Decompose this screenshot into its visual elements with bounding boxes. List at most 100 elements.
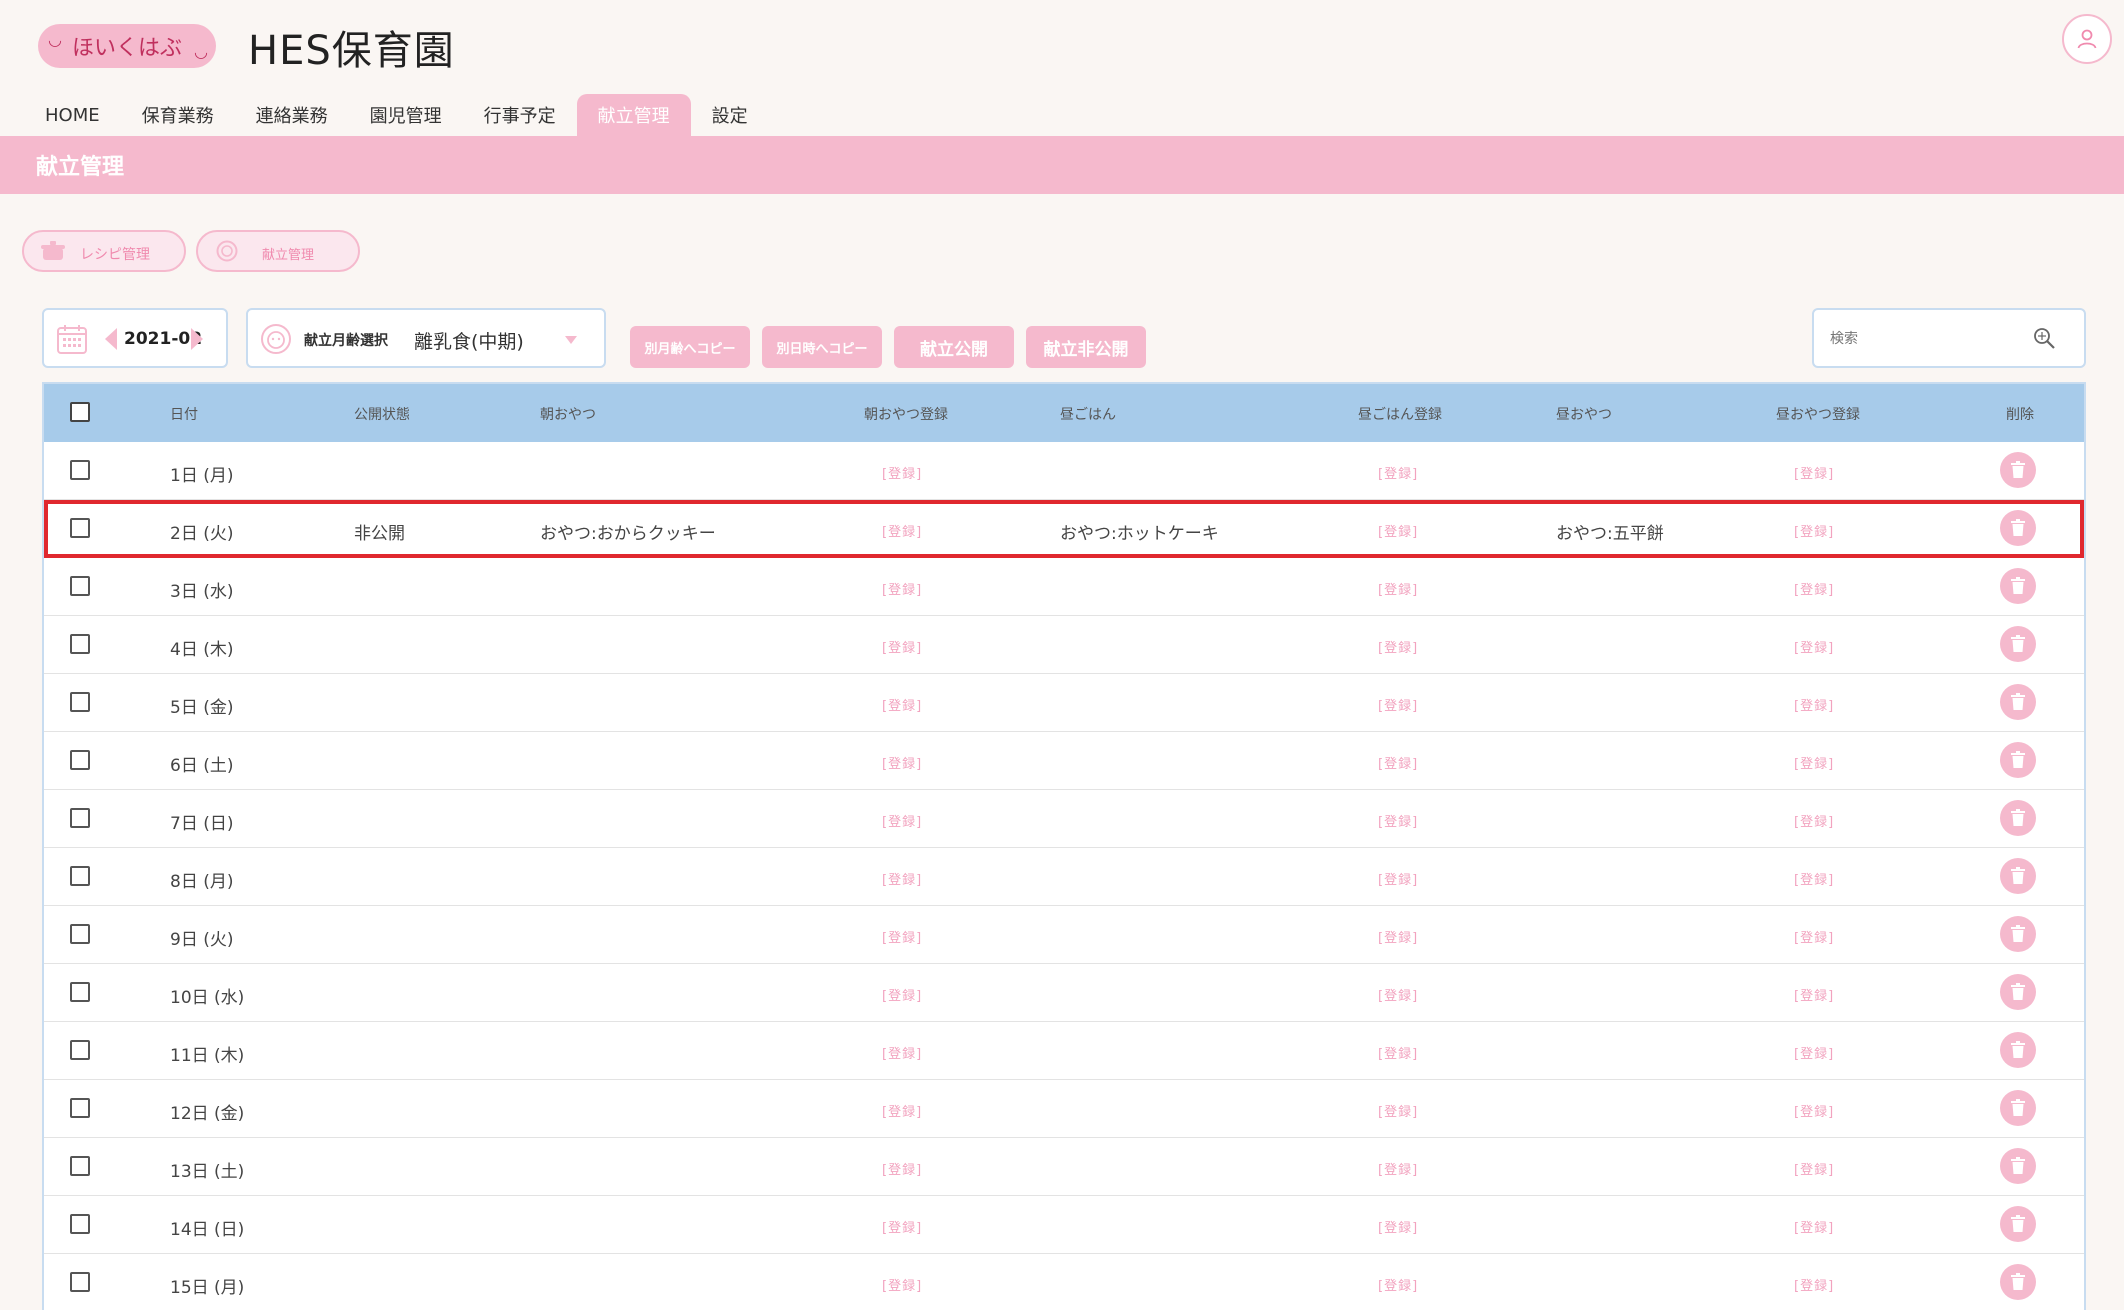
- register-lunch-link[interactable]: [登録]: [1378, 637, 1418, 656]
- app-logo[interactable]: ◡ ほいくはぶ ◡: [38, 24, 216, 68]
- register-morning-snack-link[interactable]: [登録]: [882, 1043, 922, 1062]
- delete-row-button[interactable]: [2000, 1148, 2036, 1184]
- table-row[interactable]: 10日 (水) [登録] [登録] [登録]: [44, 964, 2084, 1022]
- table-row[interactable]: 5日 (金) [登録] [登録] [登録]: [44, 674, 2084, 732]
- delete-row-button[interactable]: [2000, 684, 2036, 720]
- row-checkbox[interactable]: [70, 518, 90, 538]
- tab-childcare-work[interactable]: 保育業務: [121, 94, 235, 136]
- register-lunch-link[interactable]: [登録]: [1378, 811, 1418, 830]
- register-morning-snack-link[interactable]: [登録]: [882, 753, 922, 772]
- delete-row-button[interactable]: [2000, 1032, 2036, 1068]
- age-select[interactable]: 献立月齢選択 離乳食(中期): [246, 308, 606, 368]
- register-lunch-link[interactable]: [登録]: [1378, 869, 1418, 888]
- row-checkbox[interactable]: [70, 576, 90, 596]
- register-afternoon-snack-link[interactable]: [登録]: [1794, 1275, 1834, 1294]
- table-row[interactable]: 15日 (月) [登録] [登録] [登録]: [44, 1254, 2084, 1310]
- register-morning-snack-link[interactable]: [登録]: [882, 1275, 922, 1294]
- row-checkbox[interactable]: [70, 982, 90, 1002]
- prev-month-icon[interactable]: [104, 328, 118, 350]
- delete-row-button[interactable]: [2000, 568, 2036, 604]
- row-checkbox[interactable]: [70, 750, 90, 770]
- register-lunch-link[interactable]: [登録]: [1378, 1217, 1418, 1236]
- table-row[interactable]: 6日 (土) [登録] [登録] [登録]: [44, 732, 2084, 790]
- register-afternoon-snack-link[interactable]: [登録]: [1794, 637, 1834, 656]
- register-lunch-link[interactable]: [登録]: [1378, 1275, 1418, 1294]
- row-checkbox[interactable]: [70, 1098, 90, 1118]
- delete-row-button[interactable]: [2000, 1206, 2036, 1242]
- register-morning-snack-link[interactable]: [登録]: [882, 695, 922, 714]
- delete-row-button[interactable]: [2000, 800, 2036, 836]
- register-afternoon-snack-link[interactable]: [登録]: [1794, 1101, 1834, 1120]
- register-morning-snack-link[interactable]: [登録]: [882, 637, 922, 656]
- row-checkbox[interactable]: [70, 808, 90, 828]
- table-row[interactable]: 7日 (日) [登録] [登録] [登録]: [44, 790, 2084, 848]
- register-morning-snack-link[interactable]: [登録]: [882, 927, 922, 946]
- register-lunch-link[interactable]: [登録]: [1378, 1101, 1418, 1120]
- delete-row-button[interactable]: [2000, 1090, 2036, 1126]
- register-afternoon-snack-link[interactable]: [登録]: [1794, 579, 1834, 598]
- table-row[interactable]: 1日 (月) [登録] [登録] [登録]: [44, 442, 2084, 500]
- register-lunch-link[interactable]: [登録]: [1378, 1043, 1418, 1062]
- row-checkbox[interactable]: [70, 1040, 90, 1060]
- table-row[interactable]: 11日 (木) [登録] [登録] [登録]: [44, 1022, 2084, 1080]
- publish-menu-button[interactable]: 献立公開: [894, 326, 1014, 368]
- row-checkbox[interactable]: [70, 866, 90, 886]
- delete-row-button[interactable]: [2000, 510, 2036, 546]
- delete-row-button[interactable]: [2000, 626, 2036, 662]
- delete-row-button[interactable]: [2000, 858, 2036, 894]
- register-morning-snack-link[interactable]: [登録]: [882, 1101, 922, 1120]
- search-icon[interactable]: [2032, 326, 2056, 350]
- row-checkbox[interactable]: [70, 1272, 90, 1292]
- register-afternoon-snack-link[interactable]: [登録]: [1794, 753, 1834, 772]
- register-morning-snack-link[interactable]: [登録]: [882, 811, 922, 830]
- calendar-icon[interactable]: [56, 323, 88, 355]
- register-afternoon-snack-link[interactable]: [登録]: [1794, 927, 1834, 946]
- table-row[interactable]: 12日 (金) [登録] [登録] [登録]: [44, 1080, 2084, 1138]
- table-row[interactable]: 4日 (木) [登録] [登録] [登録]: [44, 616, 2084, 674]
- delete-row-button[interactable]: [2000, 452, 2036, 488]
- register-morning-snack-link[interactable]: [登録]: [882, 869, 922, 888]
- table-row[interactable]: 2日 (火) 非公開 おやつ:おからクッキー [登録] おやつ:ホットケーキ [登録] おや…: [44, 500, 2084, 558]
- tab-events[interactable]: 行事予定: [463, 94, 577, 136]
- register-morning-snack-link[interactable]: [登録]: [882, 985, 922, 1004]
- register-lunch-link[interactable]: [登録]: [1378, 985, 1418, 1004]
- register-afternoon-snack-link[interactable]: [登録]: [1794, 1159, 1834, 1178]
- register-morning-snack-link[interactable]: [登録]: [882, 463, 922, 482]
- register-afternoon-snack-link[interactable]: [登録]: [1794, 1217, 1834, 1236]
- register-lunch-link[interactable]: [登録]: [1378, 579, 1418, 598]
- table-row[interactable]: 13日 (土) [登録] [登録] [登録]: [44, 1138, 2084, 1196]
- register-afternoon-snack-link[interactable]: [登録]: [1794, 463, 1834, 482]
- search-input[interactable]: [1828, 322, 2012, 356]
- register-morning-snack-link[interactable]: [登録]: [882, 579, 922, 598]
- recipe-management-button[interactable]: レシピ管理: [22, 230, 186, 272]
- register-lunch-link[interactable]: [登録]: [1378, 1159, 1418, 1178]
- copy-to-other-age-button[interactable]: 別月齢へコピー: [630, 326, 750, 368]
- register-afternoon-snack-link[interactable]: [登録]: [1794, 1043, 1834, 1062]
- next-month-icon[interactable]: [190, 328, 204, 350]
- table-row[interactable]: 14日 (日) [登録] [登録] [登録]: [44, 1196, 2084, 1254]
- delete-row-button[interactable]: [2000, 1264, 2036, 1300]
- register-lunch-link[interactable]: [登録]: [1378, 695, 1418, 714]
- table-row[interactable]: 9日 (火) [登録] [登録] [登録]: [44, 906, 2084, 964]
- row-checkbox[interactable]: [70, 460, 90, 480]
- table-row[interactable]: 3日 (水) [登録] [登録] [登録]: [44, 558, 2084, 616]
- register-lunch-link[interactable]: [登録]: [1378, 927, 1418, 946]
- delete-row-button[interactable]: [2000, 974, 2036, 1010]
- row-checkbox[interactable]: [70, 634, 90, 654]
- user-account-button[interactable]: [2062, 14, 2112, 64]
- tab-menu-management[interactable]: 献立管理: [576, 94, 691, 136]
- register-lunch-link[interactable]: [登録]: [1378, 521, 1418, 540]
- row-checkbox[interactable]: [70, 1156, 90, 1176]
- menu-management-button[interactable]: 献立管理: [196, 230, 360, 272]
- table-row[interactable]: 8日 (月) [登録] [登録] [登録]: [44, 848, 2084, 906]
- row-checkbox[interactable]: [70, 692, 90, 712]
- select-all-checkbox[interactable]: [70, 402, 90, 422]
- register-afternoon-snack-link[interactable]: [登録]: [1794, 695, 1834, 714]
- register-afternoon-snack-link[interactable]: [登録]: [1794, 985, 1834, 1004]
- register-morning-snack-link[interactable]: [登録]: [882, 1159, 922, 1178]
- tab-communication[interactable]: 連絡業務: [235, 94, 349, 136]
- delete-row-button[interactable]: [2000, 742, 2036, 778]
- copy-to-other-time-button[interactable]: 別日時へコピー: [762, 326, 882, 368]
- register-lunch-link[interactable]: [登録]: [1378, 753, 1418, 772]
- tab-settings[interactable]: 設定: [691, 94, 769, 136]
